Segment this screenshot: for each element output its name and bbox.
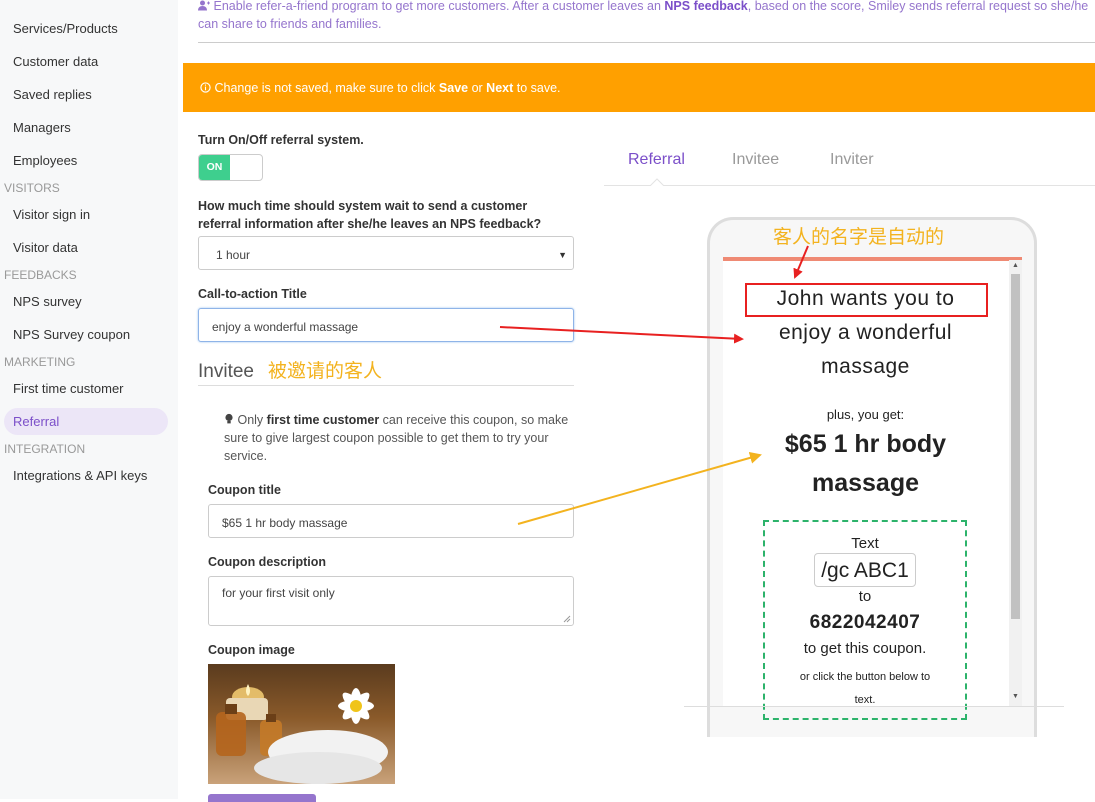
description-bold: NPS feedback bbox=[664, 0, 748, 13]
preview-offer-line1: $65 1 hr body bbox=[784, 430, 947, 458]
lightbulb-icon bbox=[224, 413, 237, 427]
scroll-up-icon[interactable]: ▲ bbox=[1012, 262, 1019, 269]
sidebar-item-services-products[interactable]: Services/Products bbox=[13, 21, 118, 36]
preview-plus-text: plus, you get: bbox=[826, 407, 905, 422]
sidebar: Services/Products Customer data Saved re… bbox=[0, 0, 178, 799]
preview-headline-line3: massage bbox=[821, 355, 910, 378]
sidebar-item-first-time-customer[interactable]: First time customer bbox=[13, 381, 124, 396]
resize-handle-icon bbox=[563, 615, 571, 623]
preview-bottom-divider bbox=[684, 706, 1064, 707]
banner-text-end: to save. bbox=[513, 81, 561, 95]
tabs-underline bbox=[604, 185, 1095, 186]
preview-or-click: or click the button below to bbox=[799, 671, 931, 683]
invitee-tip: Only first time customer can receive thi… bbox=[224, 411, 574, 465]
wait-time-value: 1 hour bbox=[216, 248, 251, 262]
coupon-title-label: Coupon title bbox=[208, 483, 281, 497]
unsaved-changes-banner: Change is not saved, make sure to click … bbox=[183, 63, 1095, 112]
preview-get-coupon: to get this coupon. bbox=[803, 640, 927, 657]
preview-scrollbar[interactable]: ▲ ▼ bbox=[1009, 260, 1022, 707]
divider bbox=[198, 42, 1095, 43]
coupon-image bbox=[208, 664, 395, 784]
toggle-on-label: ON bbox=[199, 155, 230, 180]
preview-or-click-text: text. bbox=[854, 694, 876, 706]
active-tab-pointer-icon bbox=[650, 178, 664, 186]
annotation-highlight-box bbox=[745, 283, 988, 317]
scroll-down-icon[interactable]: ▼ bbox=[1012, 693, 1019, 700]
sidebar-item-referral[interactable]: Referral bbox=[4, 408, 168, 435]
coupon-description-label: Coupon description bbox=[208, 555, 327, 569]
sidebar-section-integration: INTEGRATION bbox=[4, 442, 86, 456]
referral-toggle[interactable]: ON bbox=[198, 154, 263, 181]
wait-time-select[interactable]: 1 hour ▼ bbox=[198, 236, 574, 270]
banner-text: Change is not saved, make sure to click bbox=[214, 81, 439, 95]
info-icon bbox=[200, 81, 214, 95]
sidebar-item-integrations-api-keys[interactable]: Integrations & API keys bbox=[13, 468, 147, 483]
scrollbar-thumb[interactable] bbox=[1011, 274, 1020, 619]
coupon-image-label: Coupon image bbox=[208, 643, 295, 657]
annotation-invitee: 被邀请的客人 bbox=[268, 361, 383, 382]
cta-title-value: enjoy a wonderful massage bbox=[212, 320, 359, 334]
coupon-title-input[interactable]: $65 1 hr body massage bbox=[208, 504, 574, 538]
coupon-description-value: for your first visit only bbox=[222, 586, 335, 600]
banner-save: Save bbox=[438, 81, 469, 95]
annotation-auto-name: 客人的名字是自动的 bbox=[773, 227, 945, 248]
cta-title-input[interactable]: enjoy a wonderful massage bbox=[198, 308, 574, 342]
preview-coupon-code: /gc ABC1 bbox=[814, 553, 916, 587]
preview-headline-line2: enjoy a wonderful bbox=[778, 321, 953, 344]
sidebar-item-managers[interactable]: Managers bbox=[13, 120, 71, 135]
upload-image-button[interactable] bbox=[208, 794, 316, 802]
sidebar-item-visitor-sign-in[interactable]: Visitor sign in bbox=[13, 207, 90, 222]
banner-next: Next bbox=[486, 81, 514, 95]
banner-text-mid: or bbox=[468, 81, 487, 95]
tip-bold: first time customer bbox=[266, 413, 380, 427]
preview-top-bar bbox=[723, 257, 1022, 261]
coupon-description-textarea[interactable]: for your first visit only bbox=[208, 576, 574, 626]
coupon-title-value: $65 1 hr body massage bbox=[222, 516, 348, 530]
sidebar-section-feedbacks: FEEDBACKS bbox=[4, 268, 77, 282]
sidebar-item-saved-replies[interactable]: Saved replies bbox=[13, 87, 92, 102]
sidebar-section-visitors: VISITORS bbox=[4, 181, 60, 195]
sidebar-item-nps-survey[interactable]: NPS survey bbox=[13, 294, 82, 309]
toggle-label: Turn On/Off referral system. bbox=[198, 133, 364, 147]
sidebar-item-label: Referral bbox=[13, 414, 60, 429]
preview-to-word: to bbox=[858, 588, 872, 605]
tip-text: Only bbox=[237, 413, 267, 427]
referral-description: Enable refer-a-friend program to get mor… bbox=[198, 0, 1093, 33]
sidebar-item-visitor-data[interactable]: Visitor data bbox=[13, 240, 78, 255]
invitee-heading: Invitee bbox=[198, 361, 254, 382]
tab-invitee[interactable]: Invitee bbox=[732, 151, 779, 169]
preview-offer-line2: massage bbox=[811, 469, 920, 497]
chevron-down-icon: ▼ bbox=[558, 250, 567, 260]
user-add-icon bbox=[198, 0, 213, 13]
spa-candle-flower-image bbox=[216, 684, 388, 784]
description-text: Enable refer-a-friend program to get mor… bbox=[213, 0, 665, 13]
tab-referral[interactable]: Referral bbox=[628, 151, 685, 169]
sidebar-item-customer-data[interactable]: Customer data bbox=[13, 54, 98, 69]
tab-inviter[interactable]: Inviter bbox=[830, 151, 874, 169]
divider bbox=[198, 385, 574, 386]
cta-title-label: Call-to-action Title bbox=[198, 287, 307, 301]
sidebar-section-marketing: MARKETING bbox=[4, 355, 76, 369]
sidebar-item-employees[interactable]: Employees bbox=[13, 153, 77, 168]
preview-phone-number: 6822042407 bbox=[809, 612, 921, 633]
sidebar-item-nps-survey-coupon[interactable]: NPS Survey coupon bbox=[13, 327, 130, 342]
wait-time-label: How much time should system wait to send… bbox=[198, 199, 542, 231]
preview-text-word: Text bbox=[851, 535, 879, 552]
